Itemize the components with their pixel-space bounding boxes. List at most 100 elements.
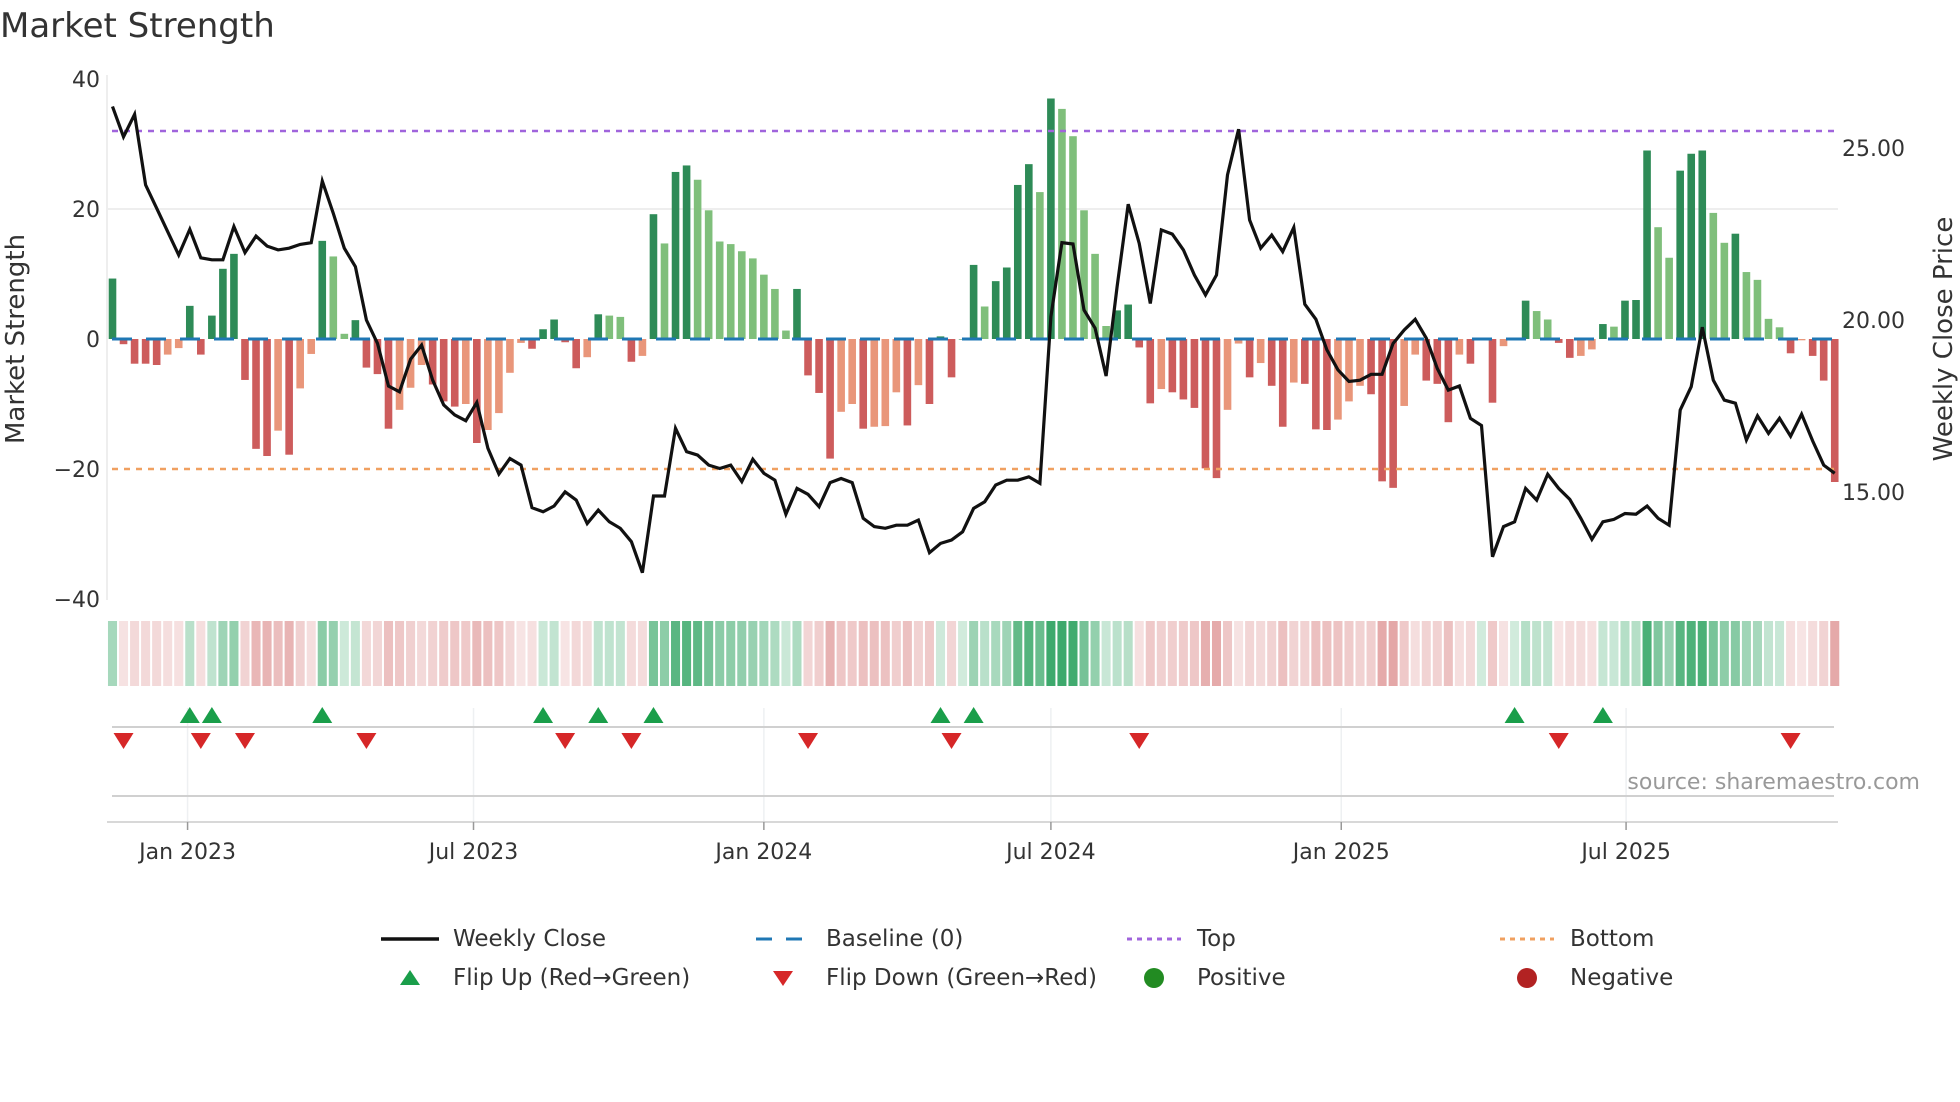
strength-bar <box>1411 339 1420 355</box>
strength-bar <box>1058 108 1066 340</box>
source-attribution: source: sharemaestro.com <box>1627 770 1920 795</box>
strength-bar <box>1301 339 1309 384</box>
strength-bar <box>1025 164 1033 339</box>
heat-strip-cell <box>450 621 460 686</box>
heat-strip-cell <box>372 621 382 686</box>
heat-strip-cell <box>1399 621 1409 686</box>
strength-bar <box>649 214 658 339</box>
heat-strip-cell <box>1719 621 1729 686</box>
strength-bar <box>947 339 956 378</box>
heat-strip-cell <box>858 621 868 686</box>
legend-item: Top <box>1125 926 1236 952</box>
heat-strip-cell <box>472 621 482 686</box>
legend-label: Flip Down (Green→Red) <box>826 965 1097 991</box>
heat-strip-cell <box>1112 621 1122 686</box>
heat-strip-cell <box>229 621 239 686</box>
strength-bar <box>605 315 614 339</box>
strength-bar <box>682 165 691 339</box>
heat-strip-cell <box>130 621 140 686</box>
strength-bar <box>804 339 812 376</box>
heat-strip-cell <box>196 621 206 686</box>
heat-strip-cell <box>1267 621 1277 686</box>
strength-bar <box>627 339 636 362</box>
strength-bar <box>1444 339 1453 423</box>
y-tick-label: 20 <box>72 198 100 223</box>
heat-strip-cell <box>516 621 526 686</box>
heat-strip-cell <box>1079 621 1089 686</box>
heat-strip-cell <box>262 621 272 686</box>
strength-bar <box>1621 300 1629 339</box>
flip-down-marker <box>356 733 377 749</box>
strength-bar <box>1345 339 1353 402</box>
strength-bar <box>1676 170 1684 339</box>
strength-bar <box>991 281 1000 339</box>
heat-strip-cell <box>505 621 515 686</box>
strength-bar <box>771 288 779 339</box>
strength-bar <box>1808 339 1817 356</box>
strength-bar <box>638 339 647 356</box>
heat-strip-cell <box>847 621 857 686</box>
y2-tick-label: 25.00 <box>1842 137 1905 162</box>
strength-bar <box>693 179 702 339</box>
legend-item: Baseline (0) <box>754 926 963 952</box>
heat-strip-cell <box>361 621 371 686</box>
heat-strip-cell <box>1344 621 1354 686</box>
strength-bar <box>296 339 304 389</box>
strength-bar <box>1599 324 1607 339</box>
heat-strip-cell <box>1830 621 1840 686</box>
strength-bar <box>914 339 923 386</box>
strength-bar <box>572 339 580 369</box>
y-axis-label: Market Strength <box>1 234 31 444</box>
strength-bar <box>1102 326 1110 339</box>
heat-strip-cell <box>1101 621 1111 686</box>
heat-strip-cell <box>1587 621 1597 686</box>
strength-bar <box>1588 339 1596 350</box>
strength-bar <box>1334 339 1342 420</box>
legend-item: Weekly Close <box>381 926 606 952</box>
heat-strip-cell <box>1421 621 1431 686</box>
legend-label: Positive <box>1197 965 1286 991</box>
heat-strip-cell <box>1200 621 1210 686</box>
strength-bar <box>539 329 547 339</box>
strength-bar <box>1179 339 1188 400</box>
strength-bar <box>241 339 249 380</box>
strength-bar <box>1775 327 1784 339</box>
y-tick-label: −20 <box>54 458 100 483</box>
heat-strip-cell <box>1510 621 1520 686</box>
heat-strip-cell <box>803 621 813 686</box>
x-tick-label: Jan 2024 <box>713 840 812 865</box>
legend-swatch-tri-up <box>400 970 420 985</box>
heat-strip-cell <box>1521 621 1531 686</box>
strength-bar <box>1543 319 1552 339</box>
strength-bar <box>1632 300 1640 339</box>
strength-bar <box>163 339 172 355</box>
strength-bar <box>1080 210 1088 339</box>
heat-strip-cell <box>1487 621 1498 686</box>
heat-strip-cell <box>947 621 957 686</box>
heat-strip-cell <box>1741 621 1751 686</box>
flip-down-marker <box>798 733 819 749</box>
heat-strip-cell <box>958 621 968 686</box>
legend-swatch-dotted-bottom <box>1500 937 1554 941</box>
strength-bar <box>473 339 481 443</box>
x-tick-label: Jan 2023 <box>137 840 236 865</box>
heat-strip-cell <box>1763 621 1774 686</box>
strength-bar <box>1168 339 1177 393</box>
heat-strip-cell <box>1642 621 1652 686</box>
heat-strip-cell <box>1046 621 1056 686</box>
strength-bar <box>1720 242 1729 339</box>
flip-down-marker <box>113 733 134 749</box>
heat-strip-cell <box>152 621 162 686</box>
strength-bar <box>1190 339 1199 408</box>
strength-bar <box>1742 272 1751 339</box>
heat-strip-cell <box>417 621 427 686</box>
legend-label: Baseline (0) <box>826 926 964 952</box>
legend-swatch-dotted-top <box>1127 937 1181 941</box>
strength-bar <box>1488 339 1497 403</box>
strength-bar <box>760 274 768 339</box>
heat-strip-cell <box>715 621 725 686</box>
heat-strip-cell <box>1189 621 1199 686</box>
heat-strip-cell <box>295 621 305 686</box>
heat-strip-cell <box>1410 621 1420 686</box>
strength-bar <box>285 339 293 455</box>
